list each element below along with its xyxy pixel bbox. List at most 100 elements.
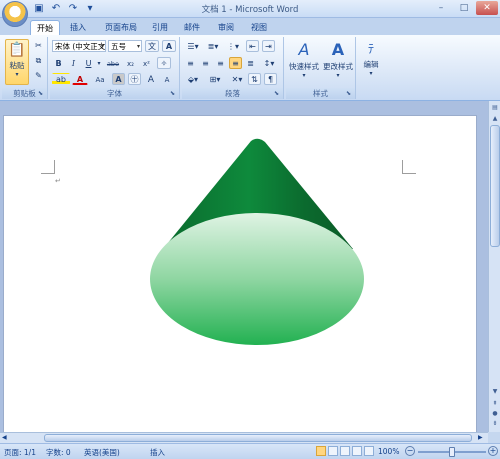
paragraph-launcher-icon[interactable]: ⬊ — [274, 90, 281, 97]
line-spacing-icon[interactable]: ↕▾ — [260, 57, 278, 69]
zoom-in-icon[interactable]: + — [488, 446, 498, 456]
styles-group-label: 样式 — [286, 88, 355, 99]
distributed-icon[interactable]: ≣ — [244, 57, 257, 69]
window-controls: – □ ✕ — [430, 1, 498, 15]
character-border-button[interactable]: A — [162, 40, 176, 52]
chinese-layout-icon[interactable]: ✕▾ — [228, 73, 246, 85]
tab-home[interactable]: 开始 — [30, 20, 60, 35]
web-layout-view-icon[interactable] — [340, 446, 350, 456]
underline-button[interactable]: U — [82, 57, 95, 69]
tab-review[interactable]: 审阅 — [212, 20, 240, 35]
horizontal-scrollbar[interactable]: ◀ ▶ — [0, 432, 488, 443]
subscript-button[interactable]: x₂ — [123, 57, 138, 69]
page-count[interactable]: 页面: 1/1 — [4, 447, 36, 458]
scroll-left-icon[interactable]: ◀ — [2, 434, 7, 441]
clipboard-launcher-icon[interactable]: ⬊ — [38, 90, 45, 97]
quick-styles-button[interactable]: A 快速样式 ▾ — [287, 39, 321, 85]
font-size-select[interactable]: 五号 ▾ — [108, 40, 142, 52]
ruler-toggle-icon[interactable]: ▤ — [490, 103, 500, 113]
change-styles-icon: A — [331, 40, 345, 59]
vertical-scroll-thumb[interactable] — [490, 125, 500, 247]
paste-button[interactable]: 📋 粘贴 ▾ — [5, 39, 29, 85]
chevron-down-icon: ▾ — [100, 43, 104, 50]
tab-mailings[interactable]: 邮件 — [178, 20, 206, 35]
font-color-icon[interactable]: A — [72, 73, 88, 85]
draft-view-icon[interactable] — [364, 446, 374, 456]
previous-page-icon[interactable]: ⇞ — [490, 399, 500, 409]
tab-page-layout[interactable]: 页面布局 — [100, 20, 142, 35]
font-size-value: 五号 — [111, 42, 126, 51]
align-center-icon[interactable]: ≡ — [199, 57, 212, 69]
font-group: 宋体 (中文正文) ▾ 五号 ▾ 文 A B I U ▾ abe x₂ x² ✧… — [50, 37, 180, 99]
editing-group: ﾃ 编辑 ▾ — [358, 37, 384, 99]
enclose-characters-icon[interactable]: ㊉ — [128, 73, 141, 85]
strikethrough-button[interactable]: abe — [105, 57, 121, 69]
format-painter-icon[interactable]: ✎ — [32, 69, 45, 81]
clear-formatting-icon[interactable]: ✧ — [157, 57, 171, 69]
change-styles-button[interactable]: A 更改样式 ▾ — [321, 39, 355, 85]
zoom-slider-thumb[interactable] — [449, 447, 455, 457]
sort-icon[interactable]: ⇅ — [248, 73, 261, 85]
status-bar: 页面: 1/1 字数: 0 英语(美国) 插入 100% − + — [0, 443, 500, 459]
full-screen-view-icon[interactable] — [328, 446, 338, 456]
scroll-down-icon[interactable]: ▼ — [490, 387, 500, 397]
highlight-icon[interactable]: ab — [52, 73, 70, 85]
font-name-select[interactable]: 宋体 (中文正文) ▾ — [52, 40, 106, 52]
tab-view[interactable]: 视图 — [245, 20, 273, 35]
cut-icon[interactable]: ✂ — [32, 39, 45, 51]
show-marks-icon[interactable]: ¶ — [264, 73, 277, 85]
window-title: 文档 1 - Microsoft Word — [201, 5, 299, 15]
numbering-icon[interactable]: ≣▾ — [204, 40, 222, 52]
pinyin-guide-button[interactable]: 文 — [145, 40, 159, 52]
styles-launcher-icon[interactable]: ⬊ — [346, 90, 353, 97]
margin-corner-top-left — [41, 160, 55, 174]
chevron-down-icon: ▾ — [302, 72, 306, 79]
copy-icon[interactable]: ⧉ — [32, 54, 45, 66]
borders-icon[interactable]: ⊞▾ — [206, 73, 224, 85]
cone-base — [150, 213, 364, 345]
next-page-icon[interactable]: ⇟ — [490, 419, 500, 429]
word-count[interactable]: 字数: 0 — [46, 447, 71, 458]
cone-shape[interactable] — [148, 137, 368, 349]
align-left-icon[interactable]: ≡ — [184, 57, 197, 69]
insert-mode-indicator[interactable]: 插入 — [150, 447, 165, 458]
scroll-up-icon[interactable]: ▲ — [490, 114, 500, 124]
print-layout-view-icon[interactable] — [316, 446, 326, 456]
close-button[interactable]: ✕ — [476, 1, 498, 15]
character-shading-button[interactable]: A — [112, 73, 125, 85]
vertical-scrollbar[interactable]: ▤ ▲ ▼ ⇞ ● ⇟ — [488, 101, 500, 432]
tab-references[interactable]: 引用 — [146, 20, 174, 35]
zoom-level[interactable]: 100% — [378, 447, 399, 456]
bold-button[interactable]: B — [52, 57, 65, 69]
font-launcher-icon[interactable]: ⬊ — [170, 90, 177, 97]
office-button[interactable] — [2, 1, 28, 27]
find-icon: ﾃ — [367, 42, 374, 56]
scroll-right-icon[interactable]: ▶ — [478, 434, 483, 441]
increase-indent-icon[interactable]: ⇥ — [262, 40, 275, 52]
styles-group: A 快速样式 ▾ A 更改样式 ▾ 样式 ⬊ — [286, 37, 356, 99]
horizontal-scroll-thumb[interactable] — [44, 434, 472, 442]
shading-icon[interactable]: ⬙▾ — [184, 73, 202, 85]
italic-button[interactable]: I — [67, 57, 80, 69]
shrink-font-button[interactable]: A — [160, 73, 174, 85]
underline-dropdown-icon[interactable]: ▾ — [95, 57, 103, 69]
multilevel-list-icon[interactable]: ⋮▾ — [224, 40, 242, 52]
change-case-button[interactable]: Aa — [92, 73, 108, 85]
paste-dropdown-icon: ▾ — [15, 71, 19, 78]
align-right-icon[interactable]: ≡ — [214, 57, 227, 69]
superscript-button[interactable]: x² — [139, 57, 154, 69]
maximize-button[interactable]: □ — [453, 1, 475, 15]
editing-button[interactable]: ﾃ 编辑 ▾ — [359, 39, 383, 85]
chevron-down-icon: ▾ — [136, 43, 140, 50]
tab-insert[interactable]: 插入 — [64, 20, 92, 35]
grow-font-button[interactable]: A — [144, 73, 158, 85]
decrease-indent-icon[interactable]: ⇤ — [246, 40, 259, 52]
outline-view-icon[interactable] — [352, 446, 362, 456]
zoom-out-icon[interactable]: − — [405, 446, 415, 456]
minimize-button[interactable]: – — [430, 1, 452, 15]
justify-icon[interactable]: ≡ — [229, 57, 242, 69]
bullets-icon[interactable]: ☰▾ — [184, 40, 202, 52]
paragraph-group: ☰▾ ≣▾ ⋮▾ ⇤ ⇥ ≡ ≡ ≡ ≡ ≣ ↕▾ ⬙▾ ⊞▾ ✕▾ ⇅ ¶ 段… — [182, 37, 284, 99]
browse-object-icon[interactable]: ● — [490, 409, 500, 419]
language-indicator[interactable]: 英语(美国) — [84, 447, 120, 458]
